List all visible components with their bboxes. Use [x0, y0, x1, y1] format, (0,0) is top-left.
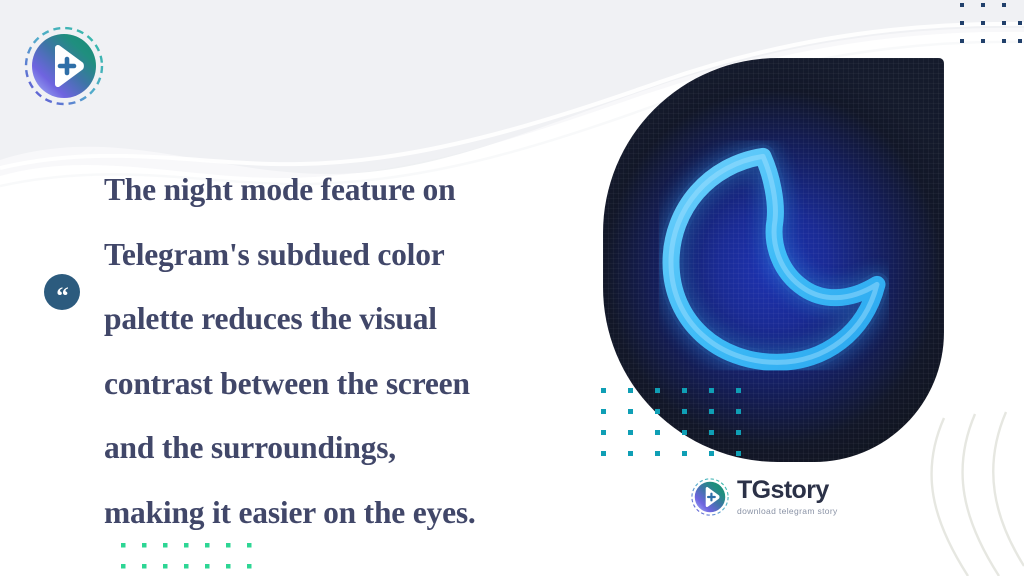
- quote-marks-icon: “: [44, 274, 80, 310]
- slide-canvas: “ The night mode feature on Telegram's s…: [0, 0, 1024, 576]
- night-mode-illustration-card: [603, 58, 944, 462]
- crescent-moon-icon: [658, 140, 889, 375]
- quote-line: Telegram's subdued color: [104, 236, 445, 272]
- footer-brand-text: TGstory download telegram story: [737, 478, 838, 516]
- quote-line: The night mode feature on: [104, 172, 456, 207]
- quote-line: and the surroundings,: [104, 430, 396, 465]
- quote-line: palette reduces the visual: [104, 301, 437, 336]
- dot-grid-top-right: [960, 3, 1022, 43]
- quote-line: making it easier on the eyes.: [104, 494, 476, 530]
- brand-tagline: download telegram story: [737, 506, 838, 517]
- quote-glyph: “: [56, 282, 68, 310]
- footer-brand-logo-icon: [690, 477, 730, 517]
- brand-name: TGstory: [737, 476, 829, 505]
- footer-brand[interactable]: TGstory download telegram story: [690, 477, 838, 517]
- corner-curves-bottom-right: [930, 411, 1024, 576]
- dot-grid-bottom-left: [121, 543, 252, 569]
- quote-line: contrast between the screen: [104, 365, 470, 401]
- brand-logo[interactable]: [22, 24, 106, 108]
- quote-text: The night mode feature on Telegram's sub…: [104, 158, 594, 545]
